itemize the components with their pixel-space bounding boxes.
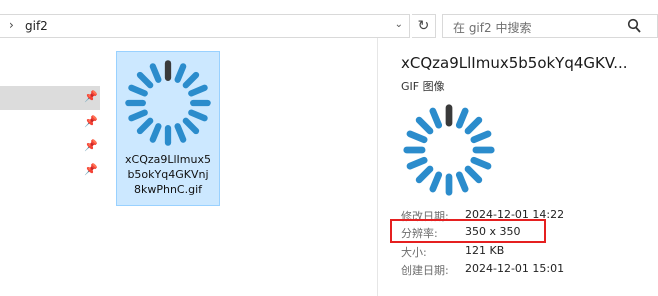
spinner-spoke — [128, 109, 148, 122]
spinner-spoke — [464, 116, 483, 135]
spinner-spoke — [182, 71, 200, 89]
file-name-line: 8kwPhnC.gif — [133, 183, 203, 196]
spinner-spoke — [136, 71, 154, 89]
details-file-type: GIF 图像 — [401, 80, 445, 93]
spinner-spoke — [464, 165, 483, 184]
file-name-line: xCQza9LlImux5 — [125, 153, 211, 166]
detail-label: 大小: — [401, 246, 427, 259]
resolution-highlight-box — [390, 219, 546, 243]
spinner-spoke — [149, 123, 162, 143]
breadcrumb-chevron-icon[interactable]: › — [9, 18, 14, 32]
file-name: xCQza9LlImux5 b5okYq4GKVnj 8kwPhnC.gif — [121, 152, 215, 197]
detail-label: 创建日期: — [401, 264, 449, 277]
spinner-spoke — [128, 84, 148, 97]
spinner-spoke — [182, 117, 200, 135]
search-input[interactable]: 在 gif2 中搜索 — [442, 14, 658, 38]
spinner-spoke — [470, 130, 492, 144]
spinner-spoke — [188, 84, 208, 97]
pin-icon[interactable]: 📌 — [84, 139, 98, 152]
spinner-spoke — [429, 171, 443, 193]
spinner-spoke — [136, 117, 154, 135]
loading-spinner-thumbnail — [125, 60, 211, 146]
pin-icon[interactable]: 📌 — [84, 163, 98, 176]
spinner-spoke — [470, 156, 492, 170]
details-pane: xCQza9LlImux5b5okYq4GKV... GIF 图像 修改日期: … — [377, 38, 658, 296]
address-bar[interactable]: › gif2 ⌄ — [0, 14, 410, 38]
spinner-spoke — [406, 156, 428, 170]
spinner-spoke — [415, 165, 434, 184]
details-title: xCQza9LlImux5b5okYq4GKV... — [401, 54, 628, 72]
file-explorer-window: › gif2 ⌄ ↻ 在 gif2 中搜索 📌 📌 📌 📌 xCQza9LlIm… — [0, 0, 658, 296]
spinner-spoke — [174, 123, 187, 143]
spinner-spoke — [455, 171, 469, 193]
search-placeholder: 在 gif2 中搜索 — [453, 21, 532, 35]
pin-icon[interactable]: 📌 — [84, 90, 98, 103]
loading-spinner-preview — [403, 104, 495, 196]
file-item[interactable]: xCQza9LlImux5 b5okYq4GKVnj 8kwPhnC.gif — [116, 51, 220, 206]
breadcrumb-folder[interactable]: gif2 — [25, 19, 48, 33]
detail-value: 121 KB — [465, 244, 505, 257]
detail-value: 2024-12-01 15:01 — [465, 262, 565, 275]
pin-icon[interactable]: 📌 — [84, 115, 98, 128]
spinner-spoke — [406, 130, 428, 144]
spinner-spoke — [429, 107, 443, 129]
spinner-spoke — [149, 63, 162, 83]
refresh-icon[interactable]: ↻ — [412, 14, 436, 38]
navigation-pane: 📌 📌 📌 📌 — [0, 38, 105, 296]
spinner-spoke — [415, 116, 434, 135]
toolbar: › gif2 ⌄ ↻ 在 gif2 中搜索 — [0, 0, 658, 38]
chevron-down-icon[interactable]: ⌄ — [395, 19, 403, 30]
spinner-spoke — [188, 109, 208, 122]
spinner-spoke — [174, 63, 187, 83]
spinner-spoke — [455, 107, 469, 129]
file-name-line: b5okYq4GKVnj — [127, 168, 209, 181]
search-icon[interactable] — [627, 18, 641, 34]
